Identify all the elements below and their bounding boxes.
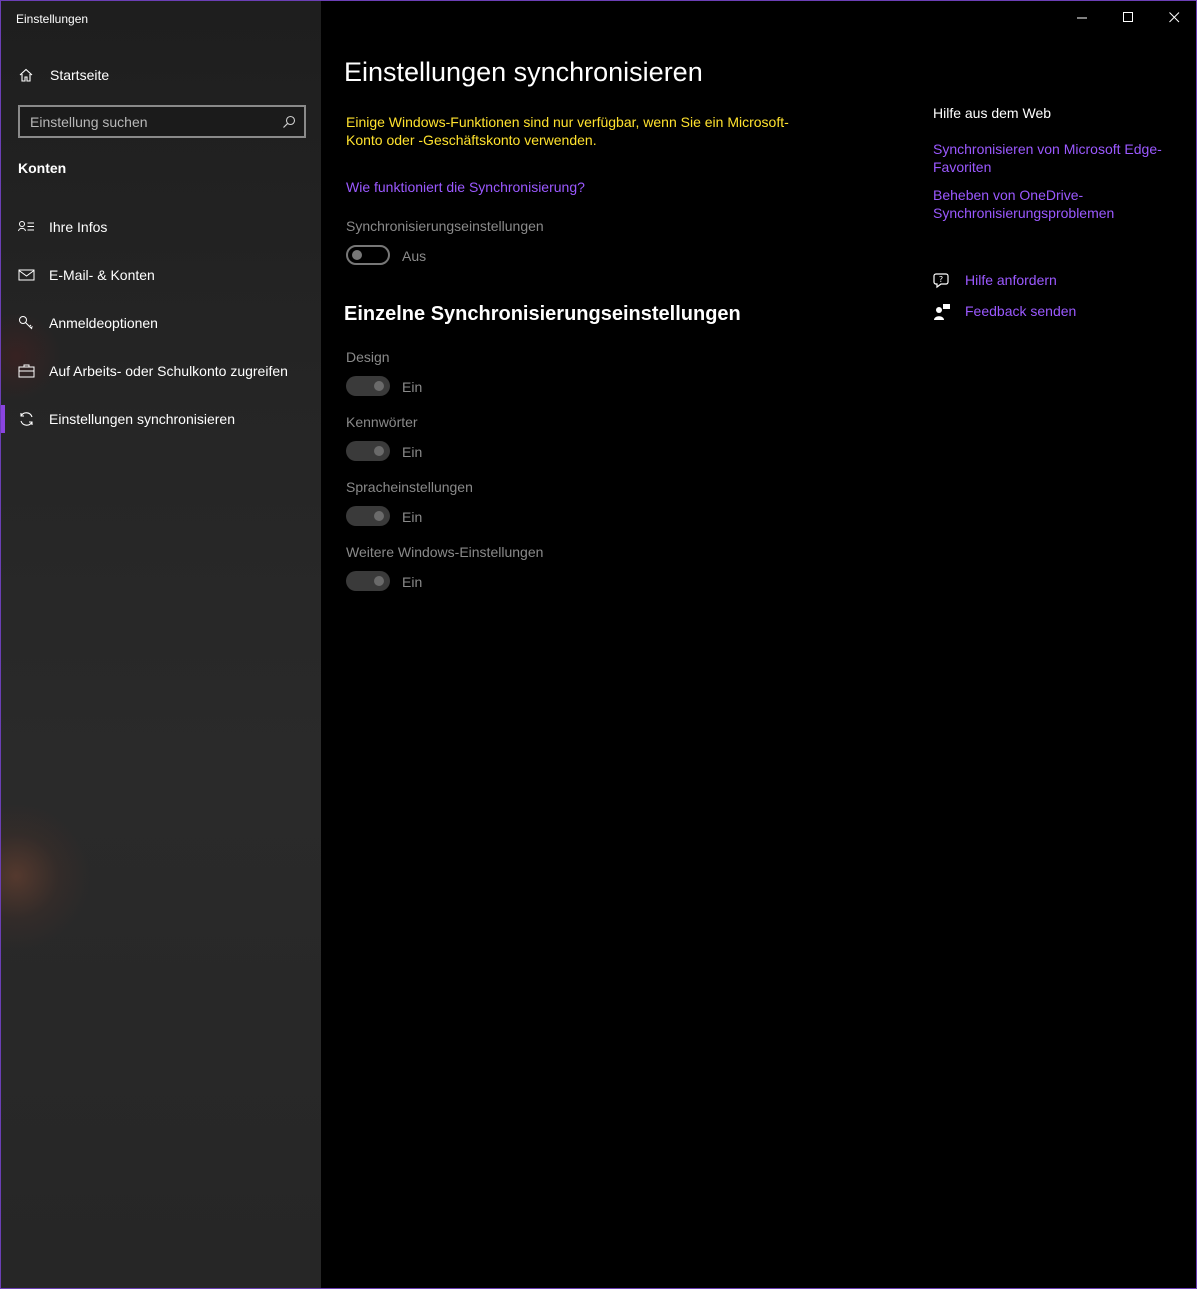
minimize-icon: [1077, 17, 1087, 19]
maximize-icon: [1123, 12, 1133, 22]
close-icon: [1169, 12, 1180, 23]
toggle-knob: [352, 250, 362, 260]
toggle-knob: [374, 381, 384, 391]
sidebar: Einstellungen Startseite Konten Ihre Inf…: [1, 1, 321, 1288]
maximize-button[interactable]: [1105, 1, 1151, 33]
active-indicator: [1, 405, 5, 433]
edge-favorites-sync-link[interactable]: Synchronisieren von Microsoft Edge-Favor…: [933, 140, 1173, 176]
page-title: Einstellungen synchronisieren: [344, 57, 703, 87]
sidebar-item-label: Anmeldeoptionen: [49, 315, 158, 331]
sidebar-item-arbeits-schulkonto[interactable]: Auf Arbeits- oder Schulkonto zugreifen: [1, 353, 321, 389]
sidebar-item-label: Ihre Infos: [49, 219, 108, 235]
language-label: Spracheinstellungen: [346, 479, 473, 495]
design-state: Ein: [402, 379, 423, 395]
toggle-knob: [374, 576, 384, 586]
search-input[interactable]: [20, 107, 304, 136]
how-sync-works-link[interactable]: Wie funktioniert die Synchronisierung?: [346, 179, 585, 195]
sidebar-item-label: Einstellungen synchronisieren: [49, 411, 235, 427]
other-windows-settings-toggle[interactable]: [346, 571, 390, 591]
account-warning: Einige Windows-Funktionen sind nur verfü…: [346, 114, 789, 148]
sidebar-item-einstellungen-synchronisieren[interactable]: Einstellungen synchronisieren: [1, 401, 321, 437]
minimize-button[interactable]: [1059, 1, 1105, 33]
home-icon: [18, 67, 34, 83]
toggle-knob: [374, 446, 384, 456]
section-title: Konten: [18, 160, 67, 176]
close-button[interactable]: [1151, 1, 1196, 33]
individual-sync-heading: Einzelne Synchronisierungseinstellungen: [344, 303, 741, 325]
design-toggle[interactable]: [346, 376, 390, 396]
sidebar-item-ihre-infos[interactable]: Ihre Infos: [1, 209, 321, 245]
onedrive-sync-problems-link[interactable]: Beheben von OneDrive-Synchronisierungspr…: [933, 186, 1173, 222]
settings-window: Einstellungen Startseite Konten Ihre Inf…: [0, 0, 1197, 1289]
sidebar-item-anmeldeoptionen[interactable]: Anmeldeoptionen: [1, 305, 321, 341]
feedback-icon: [933, 303, 951, 321]
sync-settings-toggle[interactable]: [346, 245, 390, 265]
home-nav-item[interactable]: Startseite: [1, 59, 321, 91]
app-title: Einstellungen: [16, 12, 89, 26]
sync-settings-state: Aus: [402, 248, 427, 264]
mail-icon: [18, 267, 35, 283]
other-windows-settings-state: Ein: [402, 574, 423, 590]
sidebar-item-label: Auf Arbeits- oder Schulkonto zugreifen: [49, 363, 288, 379]
key-icon: [18, 315, 35, 331]
search-icon[interactable]: [282, 115, 296, 129]
passwords-label: Kennwörter: [346, 414, 418, 430]
chat-help-icon: ?: [933, 272, 951, 290]
sync-icon: [18, 411, 35, 427]
passwords-state: Ein: [402, 444, 423, 460]
language-toggle[interactable]: [346, 506, 390, 526]
passwords-toggle[interactable]: [346, 441, 390, 461]
language-state: Ein: [402, 509, 423, 525]
web-help-title: Hilfe aus dem Web: [933, 105, 1052, 121]
toggle-knob: [374, 511, 384, 521]
home-label: Startseite: [50, 67, 110, 83]
svg-text:?: ?: [939, 275, 943, 284]
design-label: Design: [346, 349, 390, 365]
feedback-link[interactable]: Feedback senden: [965, 303, 1076, 319]
search-box[interactable]: [18, 105, 306, 138]
get-help-link[interactable]: Hilfe anfordern: [965, 272, 1057, 288]
sidebar-item-label: E-Mail- & Konten: [49, 267, 155, 283]
person-card-icon: [18, 219, 35, 235]
background-glow: [1, 801, 91, 951]
briefcase-icon: [18, 363, 35, 379]
sidebar-item-email-konten[interactable]: E-Mail- & Konten: [1, 257, 321, 293]
other-windows-settings-label: Weitere Windows-Einstellungen: [346, 544, 544, 560]
sync-settings-label: Synchronisierungseinstellungen: [346, 218, 544, 234]
